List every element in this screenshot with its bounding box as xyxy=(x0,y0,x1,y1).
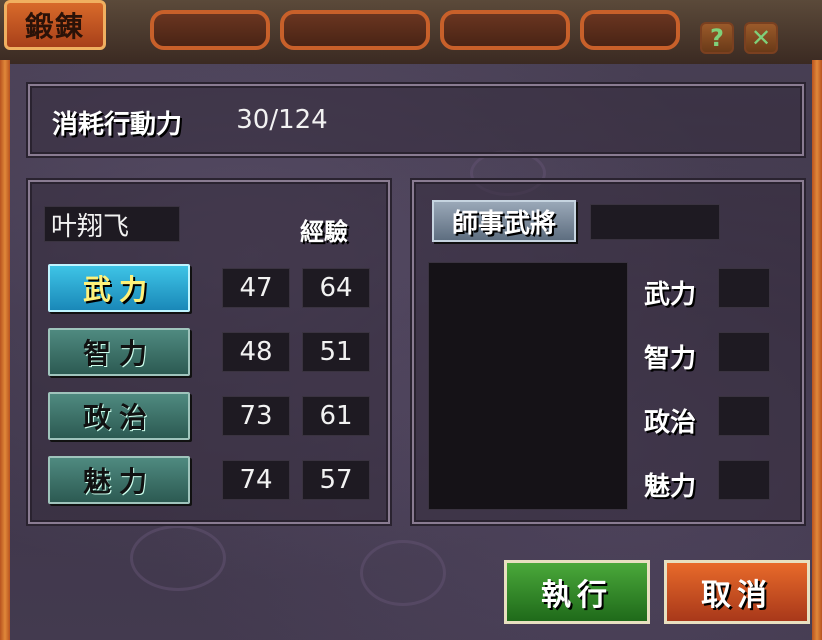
title-ornament xyxy=(580,10,680,50)
title-ornament xyxy=(440,10,570,50)
frame-rail-right xyxy=(812,60,822,640)
stat-button-intelligence[interactable]: 智力 xyxy=(48,328,190,376)
stat-exp-intelligence: 51 xyxy=(302,332,370,372)
window-title: 鍛錬 xyxy=(4,0,106,50)
stat-button-politics[interactable]: 政治 xyxy=(48,392,190,440)
mentor-stat-label-war: 武力 xyxy=(644,280,697,310)
cost-panel: 消耗行動力 30/124 xyxy=(28,84,804,156)
close-icon: ✕ xyxy=(750,24,772,52)
cost-value: 30/124 xyxy=(236,105,328,135)
background-swirl xyxy=(360,540,446,606)
cost-label: 消耗行動力 xyxy=(52,110,183,140)
background-swirl xyxy=(130,525,226,591)
mentor-stat-value-intelligence xyxy=(718,332,770,372)
mentor-stat-value-war xyxy=(718,268,770,308)
stat-button-war[interactable]: 武力 xyxy=(48,264,190,312)
mentor-select-button[interactable]: 師事武將 xyxy=(432,200,576,242)
help-button[interactable]: ? xyxy=(700,22,734,54)
mentor-stat-label-charisma: 魅力 xyxy=(644,472,697,502)
mentor-portrait xyxy=(428,262,628,510)
mentor-stat-value-politics xyxy=(718,396,770,436)
title-bar xyxy=(0,0,822,64)
exp-header: 經驗 xyxy=(300,217,348,246)
stat-button-charisma[interactable]: 魅力 xyxy=(48,456,190,504)
title-ornament xyxy=(280,10,430,50)
mentor-stat-label-intelligence: 智力 xyxy=(644,344,697,374)
stat-value-war: 47 xyxy=(222,268,290,308)
mentor-stat-label-politics: 政治 xyxy=(644,408,697,438)
frame-rail-left xyxy=(0,60,10,640)
stat-value-intelligence: 48 xyxy=(222,332,290,372)
stat-exp-politics: 61 xyxy=(302,396,370,436)
stat-value-politics: 73 xyxy=(222,396,290,436)
close-button[interactable]: ✕ xyxy=(744,22,778,54)
officer-name: 叶翔飞 xyxy=(44,206,180,242)
mentor-stat-value-charisma xyxy=(718,460,770,500)
stat-value-charisma: 74 xyxy=(222,460,290,500)
mentor-name xyxy=(590,204,720,240)
stat-exp-war: 64 xyxy=(302,268,370,308)
title-ornament xyxy=(150,10,270,50)
stat-exp-charisma: 57 xyxy=(302,460,370,500)
question-icon: ? xyxy=(710,24,724,52)
execute-button[interactable]: 執行 xyxy=(504,560,650,624)
cancel-button[interactable]: 取消 xyxy=(664,560,810,624)
